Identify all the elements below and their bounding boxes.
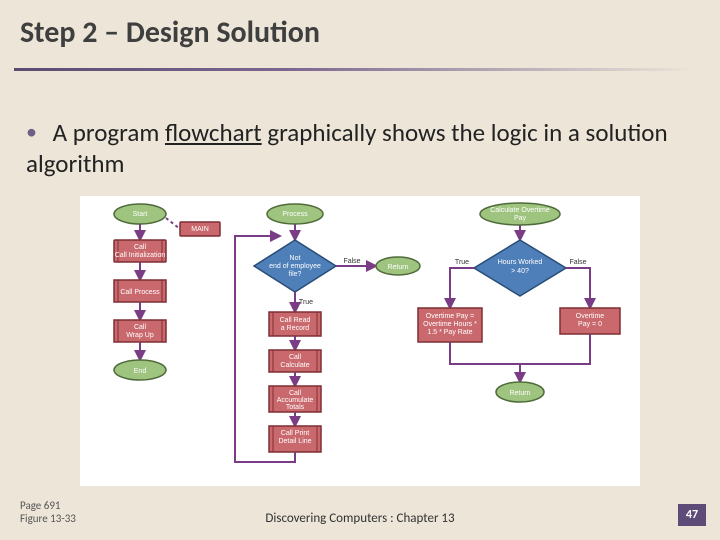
svg-text:Call: Call	[134, 244, 147, 251]
node-call-accum: CallAccumulateTotals	[269, 386, 321, 412]
node-return-1: Return	[387, 264, 408, 271]
page-reference: Page 691	[20, 499, 61, 512]
svg-text:Call Process: Call Process	[120, 289, 160, 296]
node-decision-eof: Not	[290, 255, 301, 262]
svg-text:1.5 * Pay Rate: 1.5 * Pay Rate	[427, 329, 472, 336]
svg-text:a Record: a Record	[281, 325, 310, 332]
svg-text:Call Print: Call Print	[281, 430, 309, 437]
node-ot-zero: Overtime	[576, 313, 605, 320]
node-return-2: Return	[509, 390, 530, 397]
svg-text:Accumulate: Accumulate	[277, 397, 314, 404]
node-call-init: Call Call Initialization	[114, 240, 166, 262]
footer-center: Discovering Computers : Chapter 13	[0, 511, 720, 526]
svg-text:Call Read: Call Read	[280, 317, 311, 324]
node-start: Start	[133, 211, 148, 218]
label-true-2: True	[455, 259, 469, 266]
svg-text:Totals: Totals	[286, 404, 305, 411]
node-main: MAIN	[191, 226, 209, 233]
node-call-process: Call Process	[114, 280, 166, 302]
node-end: End	[134, 368, 147, 375]
slide-title: Step 2 – Design Solution	[20, 14, 320, 51]
svg-text:Call: Call	[134, 324, 147, 331]
svg-text:Call Initialization: Call Initialization	[115, 252, 166, 259]
node-call-read: Call Reada Record	[269, 312, 321, 336]
svg-text:file?: file?	[289, 271, 302, 278]
svg-text:Call: Call	[289, 390, 302, 397]
label-true-1: True	[299, 299, 313, 306]
node-process: Process	[282, 211, 308, 218]
svg-text:Overtime Hours *: Overtime Hours *	[423, 321, 477, 328]
slide: Step 2 – Design Solution • A program flo…	[0, 0, 720, 540]
svg-text:Call: Call	[289, 354, 302, 361]
label-false-1: False	[343, 258, 360, 265]
svg-text:Pay = 0: Pay = 0	[578, 321, 602, 328]
bullet-term-flowchart: flowchart	[165, 117, 262, 148]
slide-number: 47	[678, 504, 706, 526]
svg-text:end of employee: end of employee	[269, 263, 321, 270]
svg-text:Calculate: Calculate	[280, 362, 309, 369]
svg-text:Detail Line: Detail Line	[278, 438, 311, 445]
label-false-2: False	[569, 259, 586, 266]
bullet-item: • A program flowchart graphically shows …	[26, 118, 686, 179]
node-call-calc: CallCalculate	[269, 350, 321, 372]
node-calc-overtime: Calculate Overtime	[490, 207, 550, 214]
bullet-text-pre: A program	[53, 117, 165, 148]
bullet-marker: •	[26, 118, 37, 145]
svg-text:Wrap Up: Wrap Up	[126, 332, 154, 339]
svg-text:> 40?: > 40?	[511, 268, 529, 275]
title-underline	[14, 68, 694, 71]
node-ot-formula: Overtime Pay =	[426, 313, 474, 320]
node-call-wrap: Call Wrap Up	[114, 320, 166, 342]
flowchart-figure: Start MAIN Call Call Initialization Call…	[80, 196, 640, 486]
node-call-print: Call PrintDetail Line	[269, 426, 321, 452]
node-decision-hours: Hours Worked	[498, 259, 543, 266]
svg-text:Pay: Pay	[514, 215, 527, 222]
